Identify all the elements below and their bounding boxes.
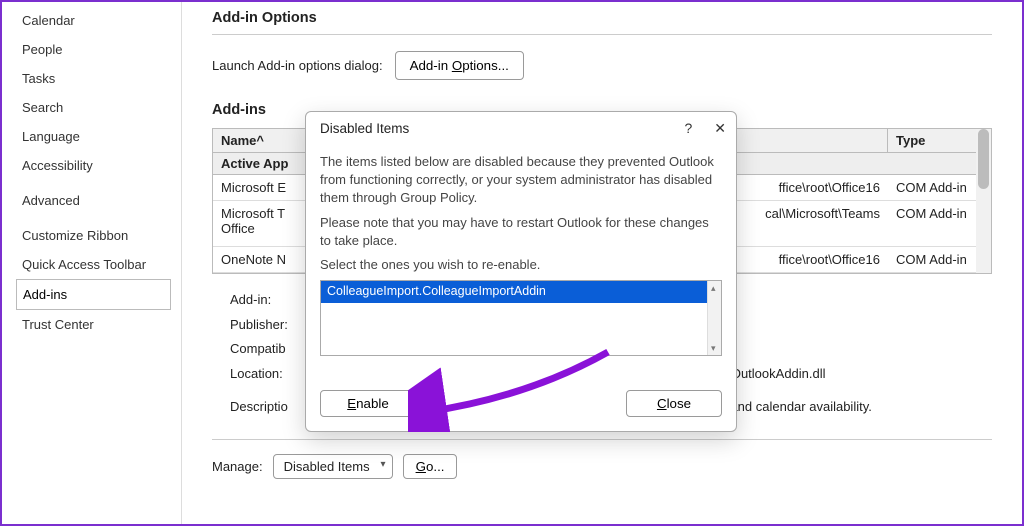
manage-label: Manage:: [212, 459, 263, 474]
table-scrollbar[interactable]: [976, 129, 991, 273]
addin-options-button[interactable]: Add-in Options...: [395, 51, 524, 80]
close-icon[interactable]: ✕: [714, 120, 726, 137]
sidebar-item-language[interactable]: Language: [16, 122, 171, 151]
sidebar: Calendar People Tasks Search Language Ac…: [2, 2, 182, 524]
go-button[interactable]: Go...: [403, 454, 458, 479]
dialog-title: Disabled Items: [320, 121, 409, 136]
manage-combo[interactable]: Disabled Items: [273, 454, 393, 479]
section-title: Add-in Options: [212, 10, 992, 26]
dialog-text-2: Please note that you may have to restart…: [320, 214, 722, 250]
disabled-items-dialog: Disabled Items ? ✕ The items listed belo…: [305, 111, 737, 432]
col-location[interactable]: [713, 129, 888, 152]
close-button[interactable]: Close: [626, 390, 722, 417]
sidebar-item-calendar[interactable]: Calendar: [16, 6, 171, 35]
disabled-items-listbox[interactable]: ColleagueImport.ColleagueImportAddin: [320, 280, 722, 356]
sidebar-item-people[interactable]: People: [16, 35, 171, 64]
sidebar-item-customize-ribbon[interactable]: Customize Ribbon: [16, 221, 171, 250]
listbox-scrollbar[interactable]: [707, 281, 721, 355]
sidebar-item-search[interactable]: Search: [16, 93, 171, 122]
sidebar-item-advanced[interactable]: Advanced: [16, 186, 171, 215]
dialog-text-3: Select the ones you wish to re-enable.: [320, 256, 722, 274]
sidebar-item-trust-center[interactable]: Trust Center: [16, 310, 171, 339]
list-item[interactable]: ColleagueImport.ColleagueImportAddin: [321, 281, 721, 303]
sidebar-item-quick-access-toolbar[interactable]: Quick Access Toolbar: [16, 250, 171, 279]
sidebar-item-accessibility[interactable]: Accessibility: [16, 151, 171, 180]
options-label: Launch Add-in options dialog:: [212, 58, 383, 73]
help-icon[interactable]: ?: [684, 120, 692, 137]
sidebar-item-addins[interactable]: Add-ins: [16, 279, 171, 310]
sidebar-item-tasks[interactable]: Tasks: [16, 64, 171, 93]
enable-button[interactable]: Enable: [320, 390, 416, 417]
dialog-text-1: The items listed below are disabled beca…: [320, 153, 722, 208]
